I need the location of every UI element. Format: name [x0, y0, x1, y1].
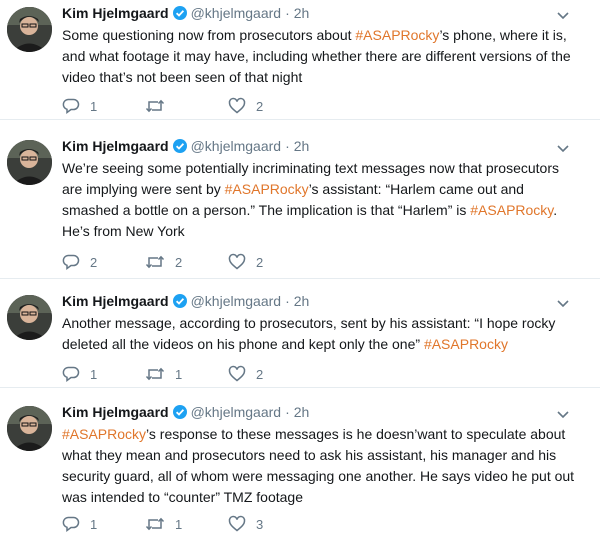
retweet-button[interactable]: 1	[145, 364, 182, 384]
like-button[interactable]: 2	[228, 252, 263, 272]
separator-dot: ·	[285, 5, 290, 21]
retweet-icon	[145, 97, 165, 115]
author-handle[interactable]: @khjelmgaard	[191, 404, 281, 420]
author-name[interactable]: Kim Hjelmgaard	[62, 404, 169, 420]
verified-badge-icon	[172, 404, 188, 424]
reply-count: 1	[90, 98, 98, 114]
reply-icon	[62, 97, 80, 115]
reply-button[interactable]: 1	[62, 96, 97, 116]
reply-count: 1	[90, 366, 98, 382]
reply-icon	[62, 253, 80, 271]
retweet-count: 1	[175, 366, 183, 382]
author-name[interactable]: Kim Hjelmgaard	[62, 138, 169, 154]
retweet-icon	[145, 253, 165, 271]
author-name[interactable]: Kim Hjelmgaard	[62, 293, 169, 309]
tweet-text: We’re seeing some potentially incriminat…	[62, 158, 582, 242]
text-segment: Some questioning now from prosecutors ab…	[62, 27, 356, 43]
like-count: 2	[256, 98, 264, 114]
tweet-header: Kim Hjelmgaard @khjelmgaard · 2h	[62, 292, 309, 313]
tweet-text: Some questioning now from prosecutors ab…	[62, 25, 582, 88]
retweet-count: 1	[175, 516, 183, 532]
verified-badge-icon	[172, 138, 188, 158]
retweet-button[interactable]: 2	[145, 252, 182, 272]
reply-count: 1	[90, 516, 98, 532]
chevron-down-icon[interactable]	[556, 141, 570, 153]
retweet-button[interactable]	[145, 96, 175, 116]
chevron-down-icon[interactable]	[556, 407, 570, 419]
reply-count: 2	[90, 254, 98, 270]
avatar[interactable]	[7, 406, 52, 451]
chevron-down-icon[interactable]	[556, 296, 570, 308]
like-count: 2	[256, 366, 264, 382]
timestamp[interactable]: 2h	[294, 138, 310, 154]
author-handle[interactable]: @khjelmgaard	[191, 5, 281, 21]
reply-button[interactable]: 2	[62, 252, 97, 272]
reply-icon	[62, 365, 80, 383]
timestamp[interactable]: 2h	[294, 404, 310, 420]
retweet-count: 2	[175, 254, 183, 270]
like-button[interactable]: 3	[228, 514, 263, 534]
tweet[interactable]: Kim Hjelmgaard @khjelmgaard · 2h #ASAPRocky…	[0, 399, 600, 553]
hashtag-link[interactable]: #ASAPRocky	[424, 336, 508, 352]
tweet[interactable]: Kim Hjelmgaard @khjelmgaard · 2h We’re seei…	[0, 133, 600, 279]
reply-button[interactable]: 1	[62, 364, 97, 384]
reply-button[interactable]: 1	[62, 514, 97, 534]
tweet-header: Kim Hjelmgaard @khjelmgaard · 2h	[62, 4, 309, 25]
hashtag-link[interactable]: #ASAPRocky	[355, 27, 439, 43]
like-count: 3	[256, 516, 264, 532]
retweet-icon	[145, 515, 165, 533]
tweet-feed: Kim Hjelmgaard @khjelmgaard · 2h Some quest…	[0, 0, 600, 553]
tweet-header: Kim Hjelmgaard @khjelmgaard · 2h	[62, 403, 309, 424]
retweet-icon	[145, 365, 165, 383]
heart-icon	[228, 97, 246, 115]
tweet-header: Kim Hjelmgaard @khjelmgaard · 2h	[62, 137, 309, 158]
author-handle[interactable]: @khjelmgaard	[191, 293, 281, 309]
retweet-button[interactable]: 1	[145, 514, 182, 534]
hashtag-link[interactable]: #ASAPRocky	[225, 181, 309, 197]
tweet-text: #ASAPRocky’s response to these messages …	[62, 424, 582, 508]
heart-icon	[228, 515, 246, 533]
hashtag-link[interactable]: #ASAPRocky	[62, 426, 146, 442]
verified-badge-icon	[172, 293, 188, 313]
avatar[interactable]	[7, 7, 52, 52]
author-handle[interactable]: @khjelmgaard	[191, 138, 281, 154]
timestamp[interactable]: 2h	[294, 293, 310, 309]
avatar[interactable]	[7, 295, 52, 340]
heart-icon	[228, 365, 246, 383]
tweet[interactable]: Kim Hjelmgaard @khjelmgaard · 2h Some quest…	[0, 0, 600, 120]
heart-icon	[228, 253, 246, 271]
timestamp[interactable]: 2h	[294, 5, 310, 21]
tweet-text: Another message, according to prosecutor…	[62, 313, 582, 355]
like-count: 2	[256, 254, 264, 270]
avatar[interactable]	[7, 140, 52, 185]
separator-dot: ·	[285, 404, 290, 420]
chevron-down-icon[interactable]	[556, 8, 570, 20]
author-name[interactable]: Kim Hjelmgaard	[62, 5, 169, 21]
separator-dot: ·	[285, 138, 290, 154]
verified-badge-icon	[172, 5, 188, 25]
like-button[interactable]: 2	[228, 96, 263, 116]
tweet[interactable]: Kim Hjelmgaard @khjelmgaard · 2h Another me…	[0, 288, 600, 388]
reply-icon	[62, 515, 80, 533]
hashtag-link[interactable]: #ASAPRocky	[470, 202, 553, 218]
like-button[interactable]: 2	[228, 364, 263, 384]
separator-dot: ·	[285, 293, 290, 309]
